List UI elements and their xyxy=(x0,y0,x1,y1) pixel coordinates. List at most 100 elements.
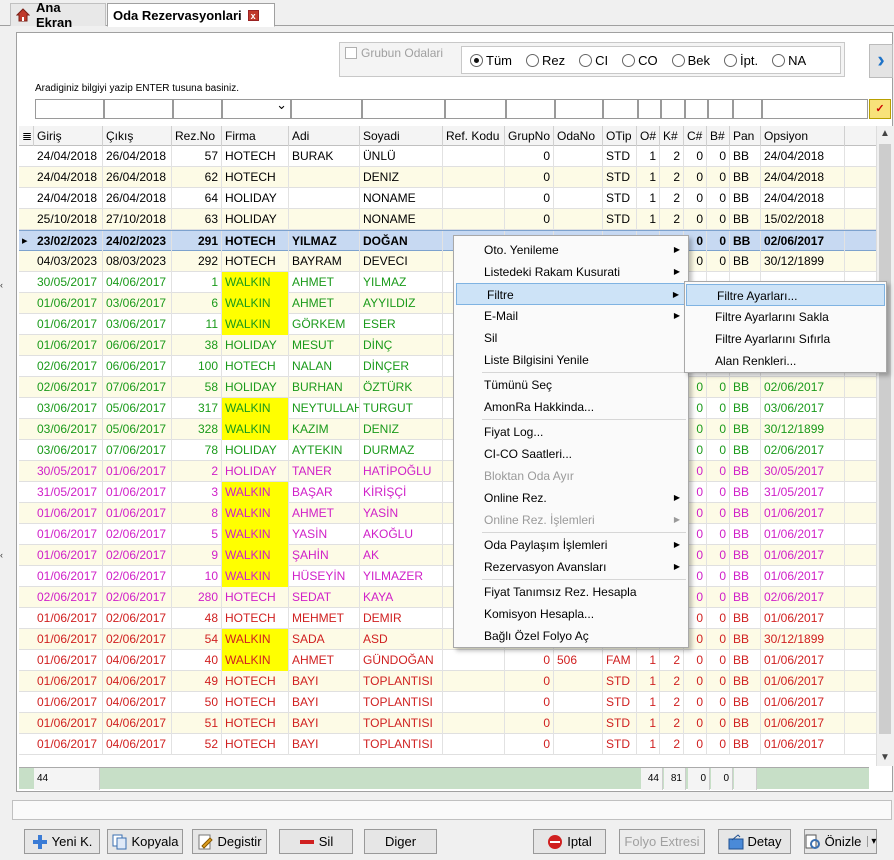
submenu-item[interactable]: Filtre Ayarlarını Sakla xyxy=(685,306,886,328)
table-row[interactable]: 01/06/2017 04/06/2017 40 WALKIN AHMET GÜNDOĞA… xyxy=(19,650,876,671)
tab-home[interactable]: Ana Ekran xyxy=(10,0,106,30)
table-row[interactable]: 01/06/2017 02/06/2017 54 WALKIN SADA ASD 0 0 BB 3… xyxy=(19,629,876,650)
radio-option[interactable]: Bek xyxy=(671,53,710,68)
menu-item[interactable]: Sil xyxy=(454,327,688,349)
column-filter-input[interactable] xyxy=(661,99,685,119)
action-button[interactable]: Folyo Extresi xyxy=(619,829,705,854)
table-row[interactable]: 04/03/2023 08/03/2023 292 HOTECH BAYRAM DEVEC… xyxy=(19,251,876,272)
menu-item[interactable]: Fiyat Tanımsız Rez. Hesapla xyxy=(454,581,688,603)
menu-item[interactable]: CI-CO Saatleri... xyxy=(454,443,688,465)
action-button[interactable]: Diger xyxy=(364,829,437,854)
submenu-item[interactable]: Filtre Ayarlarını Sıfırla xyxy=(685,328,886,350)
column-filter-input[interactable] xyxy=(445,99,506,119)
scroll-down-icon[interactable]: ▼ xyxy=(880,752,890,763)
action-button[interactable]: Sil xyxy=(279,829,353,854)
table-row[interactable]: 24/04/2018 26/04/2018 57 HOTECH BURAK ÜNLÜ 0 ST… xyxy=(19,146,876,167)
radio-option[interactable]: Tüm xyxy=(470,53,512,68)
radio-option[interactable]: İpt. xyxy=(724,53,758,68)
column-filter-input[interactable] xyxy=(291,99,362,119)
menu-item[interactable]: AmonRa Hakkinda... xyxy=(454,396,688,418)
menu-item[interactable]: Filtre ▶ xyxy=(456,283,688,305)
table-row[interactable]: 02/06/2017 07/06/2017 58 HOLIDAY BURHAN ÖZTÜR… xyxy=(19,377,876,398)
column-header[interactable]: Soyadi xyxy=(360,126,443,146)
menu-item[interactable]: Oda Paylaşım İşlemleri ▶ xyxy=(454,534,688,556)
chevron-down-icon[interactable]: ▾ xyxy=(867,836,876,847)
table-row[interactable]: 03/06/2017 07/06/2017 78 HOLIDAY AYTEKIN DURM… xyxy=(19,440,876,461)
table-row[interactable]: 25/10/2018 27/10/2018 63 HOLIDAY NONAME 0 STD 1… xyxy=(19,209,876,230)
column-filter-input[interactable] xyxy=(362,99,445,119)
table-row[interactable]: 02/06/2017 02/06/2017 280 HOTECH SEDAT KAYA 0 0… xyxy=(19,587,876,608)
column-header[interactable]: K# xyxy=(660,126,684,146)
column-header[interactable]: Çıkış xyxy=(103,126,172,146)
menu-item[interactable]: Tümünü Seç xyxy=(454,374,688,396)
table-row[interactable]: 01/06/2017 04/06/2017 49 HOTECH BAYI TOPLANTI… xyxy=(19,671,876,692)
table-row[interactable]: 01/06/2017 04/06/2017 51 HOTECH BAYI TOPLANTI… xyxy=(19,713,876,734)
tab-reservations[interactable]: Oda Rezervasyonlari x xyxy=(107,3,275,27)
column-header[interactable]: Pan xyxy=(730,126,761,146)
radio-option[interactable]: CO xyxy=(622,53,658,68)
column-filter-input[interactable] xyxy=(603,99,638,119)
table-row[interactable]: 01/06/2017 04/06/2017 52 HOTECH BAYI TOPLANTI… xyxy=(19,734,876,755)
menu-item[interactable]: E-Mail ▶ xyxy=(454,305,688,327)
column-header[interactable]: Rez.No xyxy=(172,126,222,146)
table-row[interactable]: 01/06/2017 01/06/2017 8 WALKIN AHMET YASİN 0 0 B… xyxy=(19,503,876,524)
column-filter-input[interactable] xyxy=(555,99,603,119)
action-button[interactable]: Iptal xyxy=(533,829,606,854)
table-row[interactable]: 24/04/2018 26/04/2018 64 HOLIDAY NONAME 0 STD 1… xyxy=(19,188,876,209)
column-header[interactable]: Giriş xyxy=(34,126,103,146)
action-button[interactable]: Degistir xyxy=(192,829,267,854)
column-filter-input[interactable] xyxy=(35,99,104,119)
chevron-down-icon[interactable]: ⌄ xyxy=(276,97,287,113)
scroll-up-icon[interactable]: ▲ xyxy=(880,128,890,139)
menu-item[interactable]: Bağlı Özel Folyo Aç xyxy=(454,625,688,647)
column-filter-input[interactable] xyxy=(104,99,173,119)
table-row[interactable]: 01/06/2017 02/06/2017 5 WALKIN YASİN AKOĞLU 0 0… xyxy=(19,524,876,545)
vertical-scrollbar[interactable]: ▲ ▼ xyxy=(876,126,893,766)
table-row[interactable]: 31/05/2017 01/06/2017 3 WALKIN BAŞAR KİRİŞÇİ 0… xyxy=(19,482,876,503)
table-row[interactable]: 01/06/2017 04/06/2017 50 HOTECH BAYI TOPLANTI… xyxy=(19,692,876,713)
menu-item[interactable]: Rezervasyon Avansları ▶ xyxy=(454,556,688,578)
radio-option[interactable]: Rez xyxy=(526,53,565,68)
submenu-item[interactable]: Alan Renkleri... xyxy=(685,350,886,372)
column-filter-input[interactable]: ⌄ xyxy=(222,97,291,119)
menu-item[interactable]: Fiyat Log... xyxy=(454,421,688,443)
table-row[interactable]: 24/04/2018 26/04/2018 62 HOTECH DENIZ 0 STD 1 2 0… xyxy=(19,167,876,188)
column-filter-input[interactable] xyxy=(733,99,762,119)
column-header[interactable]: C# xyxy=(684,126,707,146)
column-header[interactable]: O# xyxy=(637,126,660,146)
table-row[interactable]: 30/05/2017 01/06/2017 2 HOLIDAY TANER HATİPOĞ… xyxy=(19,461,876,482)
grid-settings-icon[interactable]: ≣ xyxy=(19,126,34,146)
menu-item[interactable]: Liste Bilgisini Yenile xyxy=(454,349,688,371)
radio-option[interactable]: NA xyxy=(772,53,806,68)
scroll-thumb[interactable] xyxy=(879,144,891,734)
action-button[interactable]: Detay xyxy=(718,829,791,854)
column-header[interactable]: OTip xyxy=(603,126,637,146)
menu-item[interactable]: Oto. Yenileme ▶ xyxy=(454,239,688,261)
column-filter-input[interactable] xyxy=(506,99,555,119)
action-button[interactable]: Kopyala xyxy=(107,829,183,854)
menu-item[interactable]: Listedeki Rakam Kusurati ▶ xyxy=(454,261,688,283)
table-row[interactable]: 03/06/2017 05/06/2017 317 WALKIN NEYTULLAH TU… xyxy=(19,398,876,419)
column-header[interactable]: Adi xyxy=(289,126,360,146)
table-row[interactable]: 01/06/2017 02/06/2017 48 HOTECH MEHMET DEMIR 0… xyxy=(19,608,876,629)
close-icon[interactable]: x xyxy=(247,9,259,21)
filter-apply-icon[interactable]: ✓ xyxy=(869,99,891,119)
column-header[interactable]: Firma xyxy=(222,126,289,146)
column-header[interactable]: B# xyxy=(707,126,730,146)
submenu-item[interactable]: Filtre Ayarları... xyxy=(686,284,885,306)
table-row[interactable]: 01/06/2017 02/06/2017 9 WALKIN ŞAHİN AK 0 0 BB 01… xyxy=(19,545,876,566)
menu-item[interactable]: Online Rez. ▶ xyxy=(454,487,688,509)
table-row[interactable]: 03/06/2017 05/06/2017 328 WALKIN KAZIM DENIZ 0… xyxy=(19,419,876,440)
group-rooms-checkbox[interactable]: Grubun Odalari xyxy=(345,46,443,60)
column-header[interactable]: OdaNo xyxy=(554,126,603,146)
radio-option[interactable]: CI xyxy=(579,53,608,68)
chevron-right-icon[interactable]: › xyxy=(869,44,893,78)
column-filter-input[interactable] xyxy=(762,99,868,119)
action-button[interactable]: Önizle ▾ xyxy=(804,829,877,854)
action-button[interactable]: Yeni K. xyxy=(24,829,100,854)
column-filter-input[interactable] xyxy=(638,99,661,119)
column-filter-input[interactable] xyxy=(708,99,733,119)
table-row[interactable]: 01/06/2017 02/06/2017 10 WALKIN HÜSEYİN YILMA… xyxy=(19,566,876,587)
column-header[interactable]: Opsiyon xyxy=(761,126,845,146)
column-filter-input[interactable] xyxy=(173,99,222,119)
